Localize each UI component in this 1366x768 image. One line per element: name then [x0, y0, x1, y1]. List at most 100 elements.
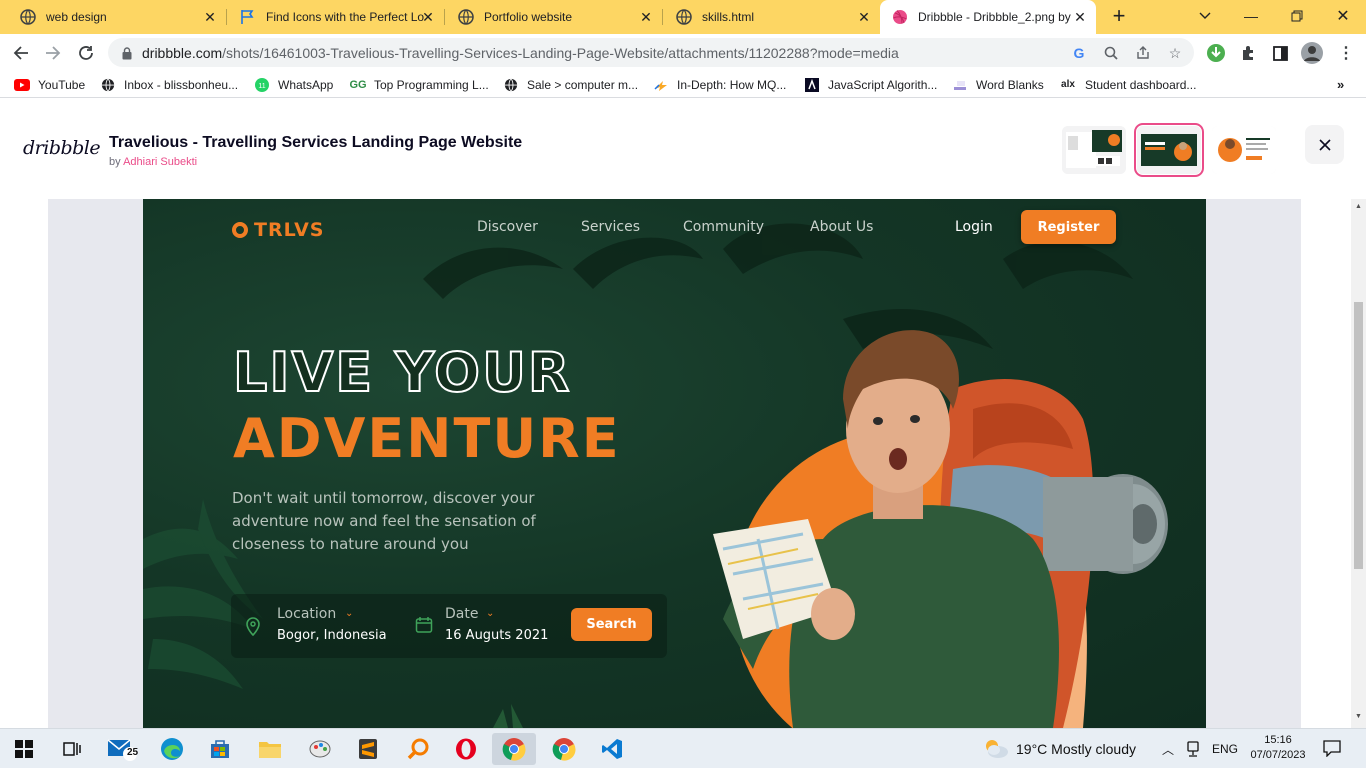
bookmark-in-depth[interactable]: In-Depth: How MQ... — [653, 76, 786, 93]
close-button[interactable] — [1305, 125, 1344, 164]
side-panel-icon[interactable] — [1268, 41, 1292, 65]
chevron-down-icon[interactable]: ⌄ — [486, 608, 494, 619]
file-explorer-icon[interactable] — [248, 733, 292, 765]
reload-button[interactable] — [73, 40, 99, 66]
tab-find-icons[interactable]: Find Icons with the Perfect Lo ✕ — [220, 0, 444, 34]
google-icon[interactable]: G — [1070, 44, 1088, 62]
bookmark-star-icon[interactable]: ☆ — [1166, 44, 1184, 62]
task-view-icon[interactable] — [50, 733, 94, 765]
hero-headline-line1: LIVE YOUR — [232, 341, 572, 404]
nav-about-us[interactable]: About Us — [810, 219, 873, 235]
tab-web-design[interactable]: web design ✕ — [0, 0, 226, 34]
search-button[interactable]: Search — [571, 608, 652, 641]
back-button[interactable] — [8, 40, 34, 66]
bookmark-youtube[interactable]: YouTube — [14, 76, 85, 93]
tab-search-icon[interactable] — [1182, 0, 1228, 32]
url-text[interactable]: dribbble.com/shots/16461003-Travelious-T… — [142, 45, 899, 61]
brand-logo[interactable]: TRLVS — [232, 219, 324, 241]
language-indicator[interactable]: ENG — [1212, 742, 1238, 756]
system-clock[interactable]: 15:16 07/07/2023 — [1244, 733, 1312, 763]
bookmark-inbox[interactable]: Inbox - blissbonheu... — [100, 76, 238, 93]
tab-title: Portfolio website — [484, 10, 573, 24]
lock-icon[interactable] — [118, 44, 136, 62]
bookmarks-overflow-icon[interactable]: » — [1337, 76, 1344, 93]
edge-icon[interactable] — [150, 733, 194, 765]
globe-icon — [20, 9, 36, 25]
address-bar[interactable]: dribbble.com/shots/16461003-Travelious-T… — [108, 38, 1194, 67]
location-label: Location — [277, 606, 337, 622]
chrome-icon-active[interactable] — [492, 733, 536, 765]
bookmark-student-dashboard[interactable]: alx Student dashboard... — [1059, 76, 1196, 93]
scrollbar-thumb[interactable] — [1354, 302, 1363, 569]
nav-discover[interactable]: Discover — [477, 219, 538, 235]
mail-icon[interactable]: 25 — [100, 733, 144, 765]
page-scrollbar[interactable]: ▲ ▼ — [1351, 199, 1366, 728]
traveler-illustration — [713, 330, 1168, 728]
attachment-thumbnail-selected[interactable] — [1134, 123, 1204, 177]
share-icon[interactable] — [1134, 44, 1152, 62]
chevron-up-icon[interactable]: ︿ — [1162, 741, 1174, 758]
login-link[interactable]: Login — [955, 219, 993, 235]
vscode-icon[interactable] — [590, 733, 634, 765]
store-icon[interactable] — [198, 733, 242, 765]
bookmark-word-blanks[interactable]: Word Blanks — [952, 76, 1044, 93]
weather-text[interactable]: 19°C Mostly cloudy — [1016, 741, 1136, 757]
shot-viewer: TRLVS Discover Services Community About … — [0, 199, 1351, 728]
network-icon[interactable] — [1186, 741, 1200, 760]
register-button[interactable]: Register — [1021, 210, 1116, 244]
opera-icon[interactable] — [444, 733, 488, 765]
bookmark-label: In-Depth: How MQ... — [677, 77, 787, 92]
close-icon[interactable]: ✕ — [1072, 9, 1088, 25]
attachment-thumbnail[interactable] — [1212, 126, 1276, 174]
paint-icon[interactable] — [298, 733, 342, 765]
profile-avatar[interactable] — [1300, 41, 1324, 65]
close-icon[interactable]: ✕ — [420, 9, 436, 25]
windows-start-icon[interactable] — [2, 733, 46, 765]
nav-community[interactable]: Community — [683, 219, 764, 235]
bookmark-label: YouTube — [38, 77, 86, 92]
tab-bar: web design ✕ Find Icons with the Perfect… — [0, 0, 1366, 34]
byline-prefix: by — [109, 156, 121, 168]
scroll-down-icon[interactable]: ▼ — [1355, 713, 1362, 720]
bookmark-sale[interactable]: Sale > computer m... — [503, 76, 638, 93]
close-window-button[interactable]: ✕ — [1320, 0, 1366, 32]
bookmark-label: Word Blanks — [976, 77, 1044, 92]
search-app-icon[interactable] — [396, 733, 440, 765]
restore-button[interactable] — [1274, 0, 1320, 32]
nav-services[interactable]: Services — [581, 219, 640, 235]
author-link[interactable]: Adhiari Subekti — [123, 156, 197, 168]
download-extension-icon[interactable] — [1204, 41, 1228, 65]
extensions-icon[interactable] — [1236, 41, 1260, 65]
chevron-down-icon[interactable]: ⌄ — [345, 608, 353, 619]
close-icon[interactable]: ✕ — [856, 9, 872, 25]
globe-icon — [458, 9, 474, 25]
menu-icon[interactable]: ⋮ — [1334, 41, 1358, 65]
hero-headline-line2: ADVENTURE — [233, 407, 621, 470]
close-icon[interactable]: ✕ — [202, 9, 218, 25]
tab-skills[interactable]: skills.html ✕ — [656, 0, 880, 34]
tab-dribbble[interactable]: Dribbble - Dribbble_2.png by ✕ — [880, 0, 1096, 34]
gfg-icon: GG — [349, 78, 367, 91]
dribbble-logo[interactable]: dribbble — [23, 137, 101, 159]
scroll-up-icon[interactable]: ▲ — [1355, 203, 1362, 210]
whatsapp-icon: 11 — [254, 77, 270, 93]
location-value[interactable]: Bogor, Indonesia — [277, 628, 387, 643]
close-icon[interactable]: ✕ — [638, 9, 654, 25]
minimize-button[interactable]: — — [1228, 0, 1274, 32]
tab-title: Dribbble - Dribbble_2.png by — [918, 10, 1071, 24]
bookmark-top-programming[interactable]: GG Top Programming L... — [349, 76, 488, 93]
zoom-icon[interactable] — [1102, 44, 1120, 62]
bookmark-javascript[interactable]: JavaScript Algorith... — [804, 76, 937, 93]
weather-cloudy-icon[interactable] — [982, 737, 1010, 762]
bookmark-whatsapp[interactable]: 11 WhatsApp — [254, 76, 333, 93]
forward-button[interactable] — [40, 40, 66, 66]
new-tab-button[interactable]: + — [1108, 5, 1130, 28]
attachment-thumbnail[interactable] — [1062, 126, 1126, 174]
chrome-icon[interactable] — [542, 733, 586, 765]
browser-toolbar: dribbble.com/shots/16461003-Travelious-T… — [0, 34, 1366, 71]
notification-center-icon[interactable] — [1323, 739, 1341, 760]
sublime-text-icon[interactable] — [346, 733, 390, 765]
tab-portfolio[interactable]: Portfolio website ✕ — [438, 0, 662, 34]
date-value[interactable]: 16 Auguts 2021 — [445, 628, 548, 643]
globe-icon — [676, 9, 692, 25]
